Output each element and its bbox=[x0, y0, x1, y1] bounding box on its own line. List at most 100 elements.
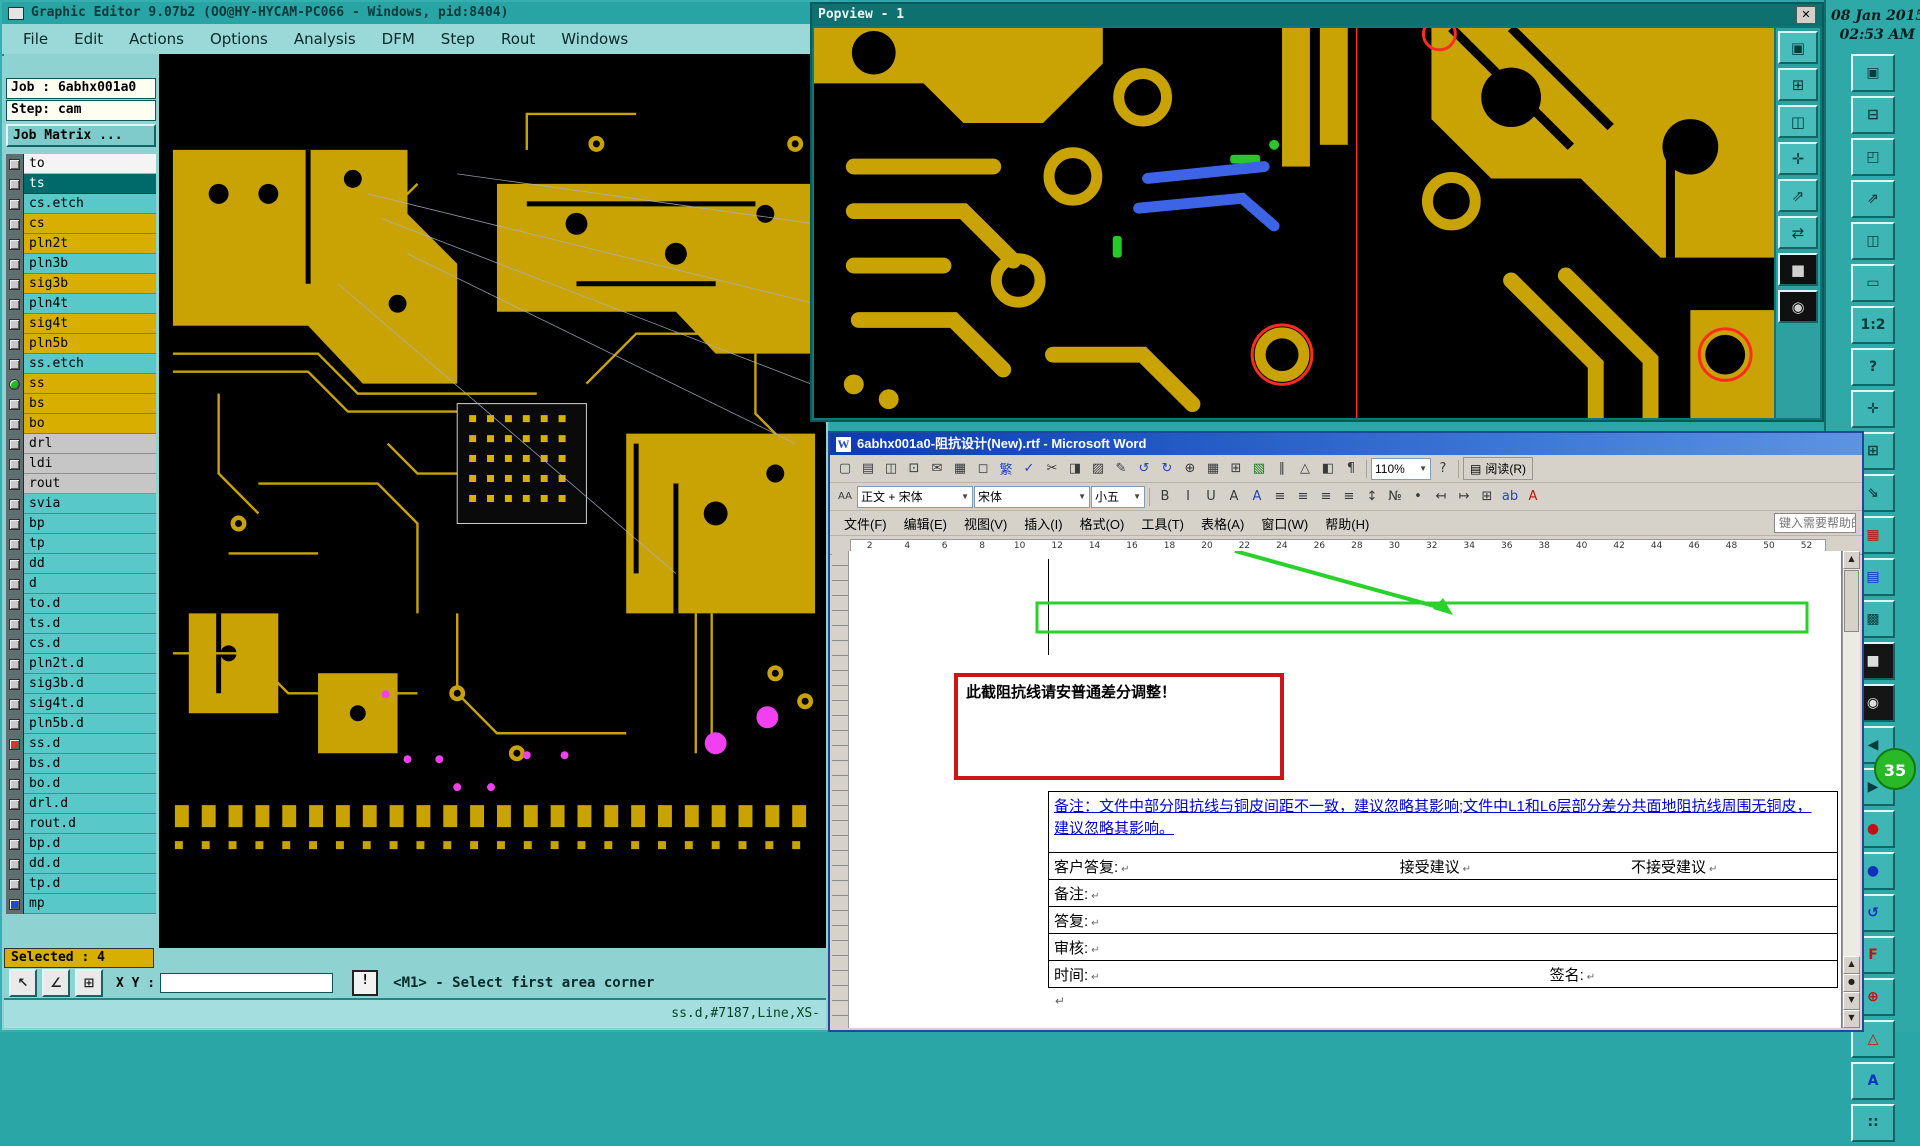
layer-indicator-icon[interactable] bbox=[6, 854, 24, 874]
lock-icon[interactable]: ⊟ bbox=[1851, 95, 1895, 134]
layer-row[interactable]: svia bbox=[6, 494, 156, 514]
word-help-icon[interactable]: ? bbox=[1432, 459, 1454, 479]
layer-indicator-icon[interactable] bbox=[6, 154, 24, 174]
layer-name[interactable]: bo.d bbox=[24, 774, 156, 794]
scroll-down-icon[interactable]: ▼ bbox=[1843, 1010, 1860, 1028]
layer-name[interactable]: sig3b.d bbox=[24, 674, 156, 694]
layer-indicator-icon[interactable] bbox=[6, 374, 24, 394]
word-menu-item[interactable]: 插入(I) bbox=[1016, 511, 1070, 536]
insert-excel-icon[interactable]: ▧ bbox=[1248, 459, 1270, 479]
italic-button[interactable]: I bbox=[1177, 487, 1199, 507]
highlight-button[interactable]: ab bbox=[1499, 487, 1521, 507]
layer-name[interactable]: sig3b bbox=[24, 274, 156, 294]
hyperlink-icon[interactable]: ⊕ bbox=[1179, 459, 1201, 479]
customer-reply-row[interactable]: 客户答复: 接受建议 不接受建议 bbox=[1049, 853, 1837, 880]
dot-grid-icon[interactable]: ∷ bbox=[1851, 1103, 1895, 1142]
layer-indicator-icon[interactable] bbox=[6, 674, 24, 694]
undo-icon[interactable]: ↺ bbox=[1133, 459, 1155, 479]
layer-indicator-icon[interactable] bbox=[6, 654, 24, 674]
layer-name[interactable]: to.d bbox=[24, 594, 156, 614]
layer-indicator-icon[interactable] bbox=[6, 874, 24, 894]
layer-name[interactable]: mp bbox=[24, 894, 156, 914]
layer-name[interactable]: bs bbox=[24, 394, 156, 414]
layer-row[interactable]: pln3b bbox=[6, 254, 156, 274]
layer-row[interactable]: sig3b bbox=[6, 274, 156, 294]
columns-icon[interactable]: ∥ bbox=[1271, 459, 1293, 479]
layer-row[interactable]: sig3b.d bbox=[6, 674, 156, 694]
view-window-icon[interactable]: ▣ bbox=[1851, 53, 1895, 92]
zoom-ratio-button[interactable]: 1:2 bbox=[1851, 305, 1895, 344]
justify-button[interactable]: ≡ bbox=[1338, 487, 1360, 507]
layer-indicator-icon[interactable] bbox=[6, 774, 24, 794]
layer-name[interactable]: pln2t bbox=[24, 234, 156, 254]
permission-icon[interactable]: ⊡ bbox=[903, 459, 925, 479]
layer-name[interactable]: dd.d bbox=[24, 854, 156, 874]
layer-name[interactable]: ts bbox=[24, 174, 156, 194]
font-select[interactable]: 宋体 ▼ bbox=[974, 485, 1090, 508]
pan-icon[interactable]: ✛ bbox=[1851, 389, 1895, 428]
copy-icon[interactable]: ◨ bbox=[1064, 459, 1086, 479]
table-row[interactable] bbox=[1048, 559, 1838, 583]
char-shading-button[interactable]: A bbox=[1246, 487, 1268, 507]
select-browse-icon[interactable]: ● bbox=[1843, 974, 1860, 992]
popview-window-icon[interactable]: ▣ bbox=[1778, 31, 1818, 64]
popview-pan-icon[interactable]: ✛ bbox=[1778, 142, 1818, 175]
vertical-ruler[interactable] bbox=[832, 551, 849, 1028]
align-right-button[interactable]: ≡ bbox=[1315, 487, 1337, 507]
layer-indicator-icon[interactable] bbox=[6, 454, 24, 474]
editor-menu-item[interactable]: Actions bbox=[118, 27, 195, 51]
layer-name[interactable]: drl.d bbox=[24, 794, 156, 814]
layer-indicator-icon[interactable] bbox=[6, 214, 24, 234]
open-icon[interactable]: ▤ bbox=[857, 459, 879, 479]
layer-name[interactable]: tp bbox=[24, 534, 156, 554]
layer-indicator-icon[interactable] bbox=[6, 694, 24, 714]
layer-indicator-icon[interactable] bbox=[6, 174, 24, 194]
layer-row[interactable]: bo.d bbox=[6, 774, 156, 794]
layer-name[interactable]: ts.d bbox=[24, 614, 156, 634]
layer-name[interactable]: pln5b bbox=[24, 334, 156, 354]
layer-indicator-icon[interactable] bbox=[6, 434, 24, 454]
layer-indicator-icon[interactable] bbox=[6, 834, 24, 854]
layer-row[interactable]: ldi bbox=[6, 454, 156, 474]
popview-fit-icon[interactable]: ⊞ bbox=[1778, 68, 1818, 101]
popview-sync-icon[interactable]: ⇄ bbox=[1778, 216, 1818, 249]
layer-row[interactable]: cs.d bbox=[6, 634, 156, 654]
layer-indicator-icon[interactable] bbox=[6, 194, 24, 214]
layer-row[interactable]: d bbox=[6, 574, 156, 594]
layer-indicator-icon[interactable] bbox=[6, 734, 24, 754]
layer-name[interactable]: bo bbox=[24, 414, 156, 434]
layer-name[interactable]: svia bbox=[24, 494, 156, 514]
time-sign-row[interactable]: 时间: 签名: bbox=[1049, 961, 1837, 988]
editor-menu-item[interactable]: Options bbox=[199, 27, 279, 51]
layer-name[interactable]: drl bbox=[24, 434, 156, 454]
layer-indicator-icon[interactable] bbox=[6, 314, 24, 334]
editor-menu-item[interactable]: Windows bbox=[550, 27, 639, 51]
screens-icon[interactable]: ◰ bbox=[1851, 137, 1895, 176]
layer-indicator-icon[interactable] bbox=[6, 534, 24, 554]
increase-indent-button[interactable]: ↦ bbox=[1453, 487, 1475, 507]
layer-row[interactable]: dd bbox=[6, 554, 156, 574]
word-menu-item[interactable]: 帮助(H) bbox=[1317, 511, 1377, 536]
layer-indicator-icon[interactable] bbox=[6, 234, 24, 254]
word-menu-item[interactable]: 窗口(W) bbox=[1253, 511, 1316, 536]
monitor-icon[interactable]: ▭ bbox=[1851, 263, 1895, 302]
layer-row[interactable]: sig4t.d bbox=[6, 694, 156, 714]
reject-option[interactable]: 不接受建议 bbox=[1631, 856, 1717, 877]
layer-indicator-icon[interactable] bbox=[6, 414, 24, 434]
layer-row[interactable]: ts.d bbox=[6, 614, 156, 634]
layer-row[interactable]: to.d bbox=[6, 594, 156, 614]
layer-indicator-icon[interactable] bbox=[6, 714, 24, 734]
review-row[interactable]: 审核: bbox=[1049, 934, 1837, 961]
layer-name[interactable]: to bbox=[24, 154, 156, 174]
layer-name[interactable]: cs.etch bbox=[24, 194, 156, 214]
editor-menu-item[interactable]: File bbox=[12, 27, 59, 51]
font-size-select[interactable]: 小五 ▼ bbox=[1091, 485, 1145, 508]
layer-name[interactable]: bp bbox=[24, 514, 156, 534]
remark-row[interactable]: 备注: bbox=[1049, 880, 1837, 907]
layer-row[interactable]: rout.d bbox=[6, 814, 156, 834]
editor-menu-item[interactable]: Rout bbox=[490, 27, 546, 51]
layer-indicator-icon[interactable] bbox=[6, 554, 24, 574]
document-page[interactable]: 此截阻抗线请安普通差分调整！ 备注：文件中部分阻抗线与铜皮间距不一致，建议忽略其… bbox=[849, 551, 1841, 1028]
align-center-button[interactable]: ≡ bbox=[1292, 487, 1314, 507]
layer-row[interactable]: pln5b.d bbox=[6, 714, 156, 734]
